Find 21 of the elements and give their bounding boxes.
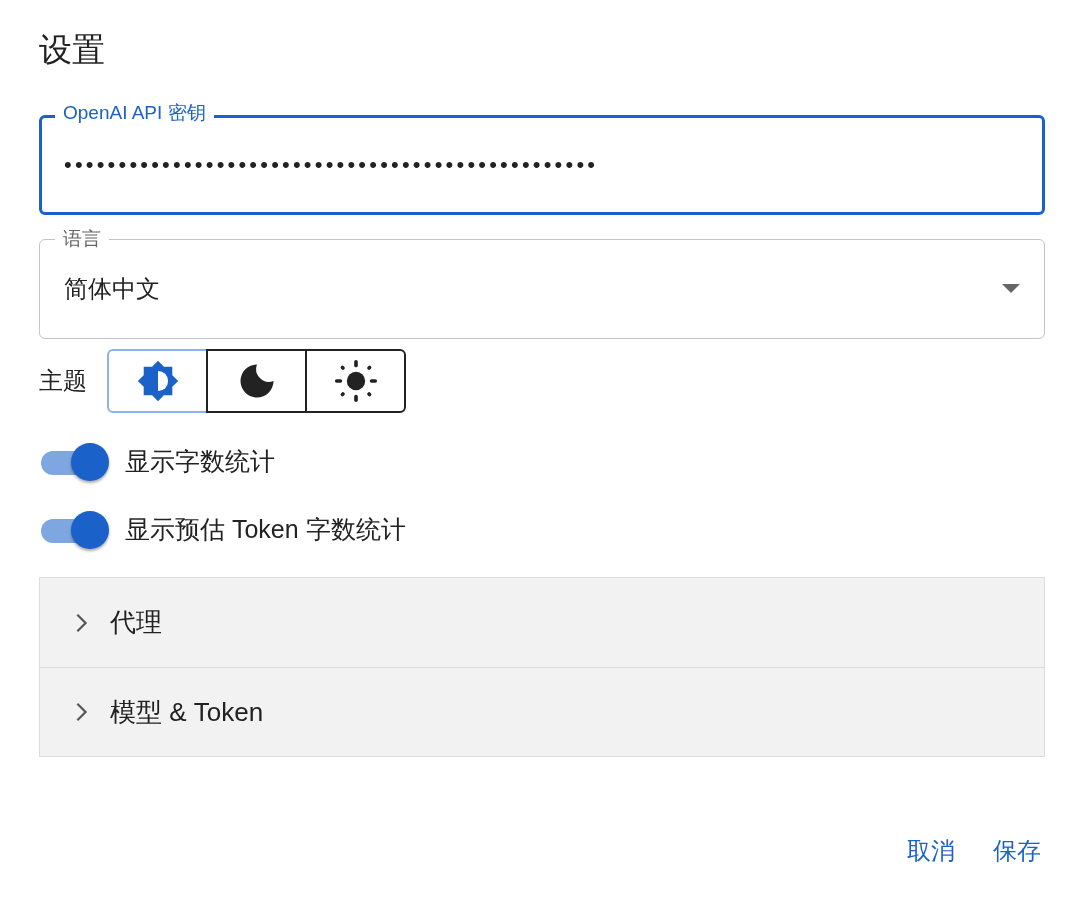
field-label: 语言: [55, 227, 109, 251]
toggle-switch[interactable]: [39, 509, 109, 549]
theme-label: 主题: [39, 366, 87, 396]
select-value: 简体中文: [64, 274, 161, 304]
theme-option[interactable]: [206, 349, 307, 413]
sun-icon: [333, 359, 378, 403]
toggle-label: 显示字数统计: [125, 445, 275, 477]
toggle-switch[interactable]: [39, 441, 109, 481]
toggle-label: 显示预估 Token 字数统计: [125, 513, 406, 545]
masked-key: •••••••••••••••••••••••••••••••••••••••••••••••••: [64, 152, 1020, 178]
dialog-button[interactable]: 取消: [903, 827, 959, 875]
dropdown-caret-icon: [1002, 284, 1020, 294]
dialog-button[interactable]: 保存: [989, 827, 1045, 875]
brightness-icon: [135, 359, 180, 403]
api-key-field[interactable]: OpenAI API 密钥 •••••••••••••••••••••••••••••••••••••••••••••••••: [39, 101, 1045, 215]
language-select[interactable]: 语言 简体中文: [39, 225, 1045, 339]
field-label: OpenAI API 密钥: [55, 101, 214, 125]
dialog-title: 设置: [39, 30, 105, 70]
accordion-header[interactable]: 模型 & Token: [40, 667, 1044, 756]
accordion-header[interactable]: 代理: [40, 578, 1044, 667]
theme-option[interactable]: [305, 349, 406, 413]
